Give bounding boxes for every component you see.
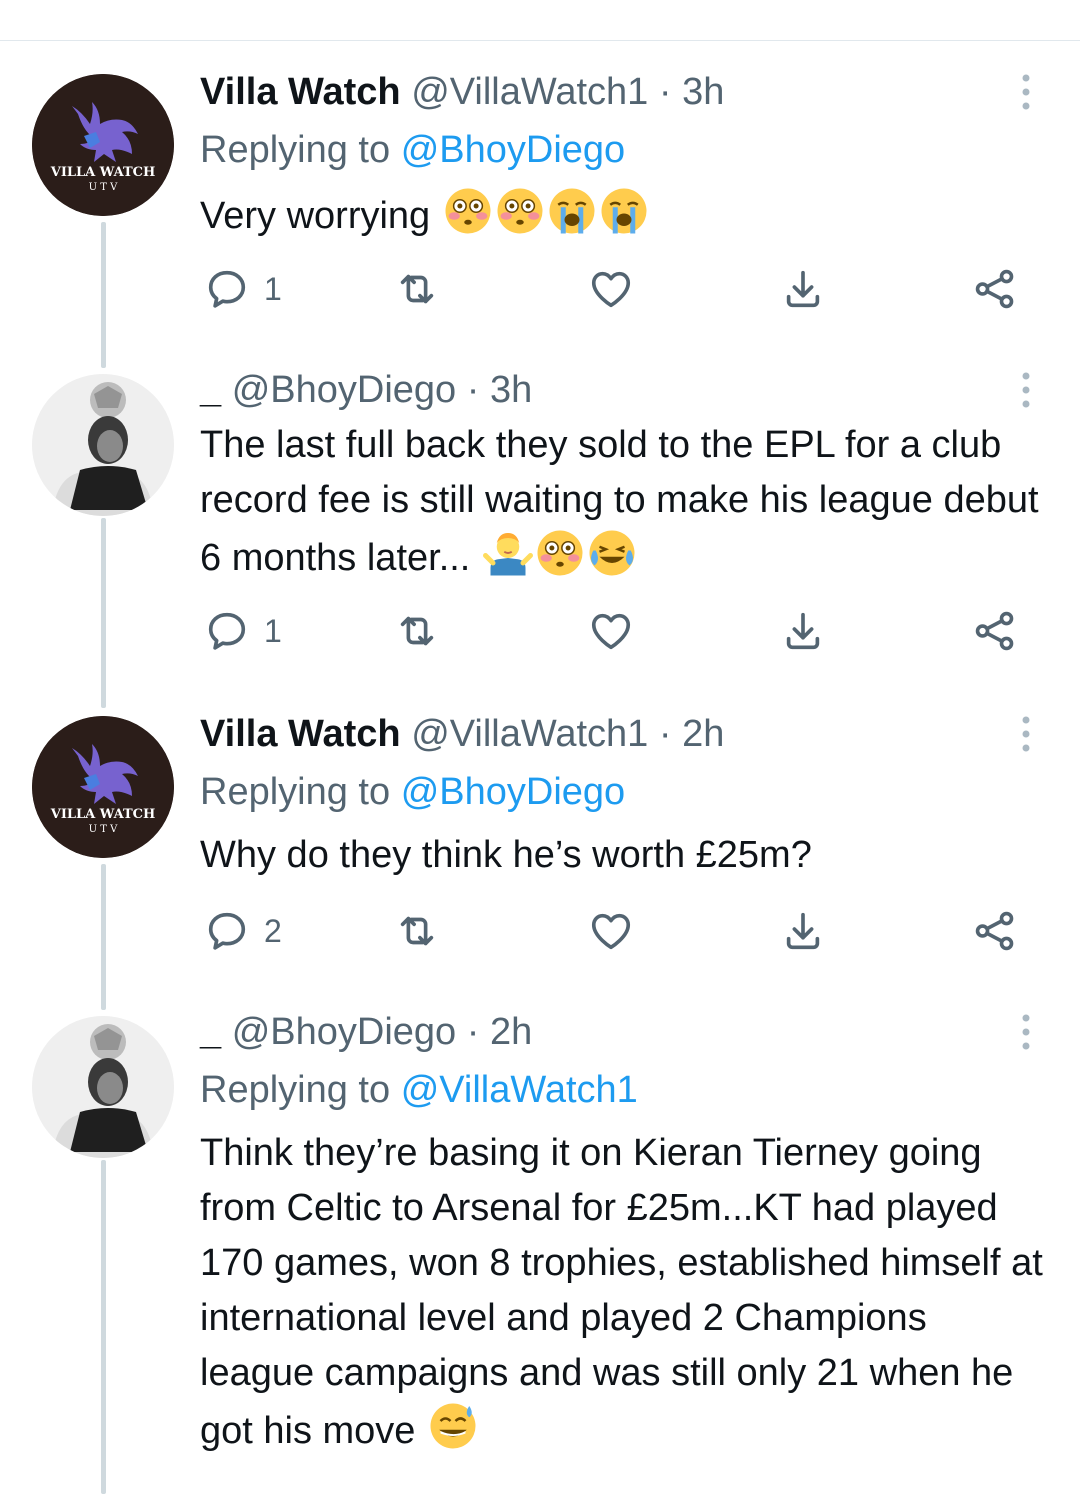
tweet-text: Think they’re basing it on Kieran Tierne… [200,1126,1050,1459]
share-button[interactable] [780,906,826,956]
retweet-icon [394,266,440,312]
tweet[interactable]: VILLA WATCH U T V Villa Watch @VillaWatc… [0,68,1080,328]
avatar[interactable]: VILLA WATCH U T V [32,716,174,858]
reply-button[interactable]: 1 [204,606,282,656]
action-bar: 1 [200,264,1030,314]
grinning-face-with-sweat-emoji [428,1401,478,1451]
timestamp[interactable]: 2h [682,713,724,755]
more-options-icon[interactable] [1016,1012,1036,1052]
more-options-icon[interactable] [1016,370,1036,410]
tweet-text-content: Think they’re basing it on Kieran Tierne… [200,1132,1043,1452]
display-name[interactable]: Villa Watch [200,71,401,113]
avatar[interactable] [32,1016,174,1158]
share-icon [780,908,826,954]
avatar-logo-subtext: U T V [89,824,118,835]
mention-link[interactable]: @VillaWatch1 [401,1069,638,1111]
man-shrugging-emoji [483,528,533,578]
share-icon [780,608,826,654]
replying-to-label: Replying to [200,1069,391,1111]
mention-link[interactable]: @BhoyDiego [401,129,625,171]
tweet-text-content: Why do they think he’s worth £25m? [200,834,812,876]
tweet[interactable]: _ @BhoyDiego · 3h The last full back the… [0,366,1080,666]
more-options-icon[interactable] [1016,714,1036,754]
share-network-icon [972,266,1018,312]
separator-dot: · [658,71,672,113]
heart-icon [588,908,634,954]
retweet-button[interactable] [394,606,440,656]
tweet-text: Very worrying [200,186,1060,244]
like-button[interactable] [588,264,634,314]
share-network-icon [972,608,1018,654]
tweet-text: The last full back they sold to the EPL … [200,418,1060,586]
share-button[interactable] [780,606,826,656]
share-button[interactable] [780,264,826,314]
replying-to: Replying to @VillaWatch1 [200,1066,638,1114]
send-button[interactable] [972,264,1018,314]
loudly-crying-face-emoji [599,186,649,236]
separator-dot: · [466,369,480,411]
retweet-button[interactable] [394,264,440,314]
separator-dot: · [466,1011,480,1053]
like-button[interactable] [588,606,634,656]
timestamp[interactable]: 3h [682,71,724,113]
like-button[interactable] [588,906,634,956]
flushed-face-emoji [443,186,493,236]
reply-count: 1 [264,270,282,307]
replying-to: Replying to @BhoyDiego [200,126,625,174]
display-name[interactable]: _ [200,1011,221,1053]
action-bar: 2 [200,906,1030,956]
reply-icon [204,266,250,312]
reply-icon [204,908,250,954]
tweet-header: _ @BhoyDiego · 2h [200,1008,532,1056]
avatar-logo-text: VILLA WATCH [50,807,156,822]
heart-icon [588,608,634,654]
send-button[interactable] [972,606,1018,656]
mention-link[interactable]: @BhoyDiego [401,771,625,813]
retweet-button[interactable] [394,906,440,956]
replying-to: Replying to @BhoyDiego [200,768,625,816]
retweet-icon [394,608,440,654]
reply-count: 2 [264,912,282,949]
avatar-logo-subtext: U T V [89,182,118,193]
replying-to-label: Replying to [200,129,391,171]
timestamp[interactable]: 3h [490,369,532,411]
reply-button[interactable]: 2 [204,906,282,956]
handle[interactable]: @BhoyDiego [232,369,456,411]
tweet-text: Why do they think he’s worth £25m? [200,828,1060,883]
tweet[interactable]: VILLA WATCH U T V Villa Watch @VillaWatc… [0,710,1080,970]
loudly-crying-face-emoji [547,186,597,236]
handle[interactable]: @VillaWatch1 [411,713,648,755]
handle[interactable]: @VillaWatch1 [411,71,648,113]
replying-to-label: Replying to [200,771,391,813]
tweet-text-content: Very worrying [200,195,431,237]
retweet-icon [394,908,440,954]
flushed-face-emoji [495,186,545,236]
timestamp[interactable]: 2h [490,1011,532,1053]
action-bar: 1 [200,606,1030,656]
flushed-face-emoji [535,528,585,578]
tweet-header: Villa Watch @VillaWatch1 · 2h [200,710,724,758]
face-with-tears-of-joy-emoji [587,528,637,578]
handle[interactable]: @BhoyDiego [232,1011,456,1053]
share-icon [780,266,826,312]
heart-icon [588,266,634,312]
reply-count: 1 [264,612,282,649]
share-network-icon [972,908,1018,954]
display-name[interactable]: Villa Watch [200,713,401,755]
display-name[interactable]: _ [200,369,221,411]
avatar[interactable] [32,374,174,516]
tweet[interactable]: _ @BhoyDiego · 2h Replying to @VillaWatc… [0,1008,1080,1494]
more-options-icon[interactable] [1016,72,1036,112]
send-button[interactable] [972,906,1018,956]
tweet-header: Villa Watch @VillaWatch1 · 3h [200,68,724,116]
reply-button[interactable]: 1 [204,264,282,314]
avatar-logo-text: VILLA WATCH [50,165,156,180]
avatar[interactable]: VILLA WATCH U T V [32,74,174,216]
top-divider [0,40,1080,41]
separator-dot: · [658,713,672,755]
tweet-header: _ @BhoyDiego · 3h [200,366,532,414]
reply-icon [204,608,250,654]
